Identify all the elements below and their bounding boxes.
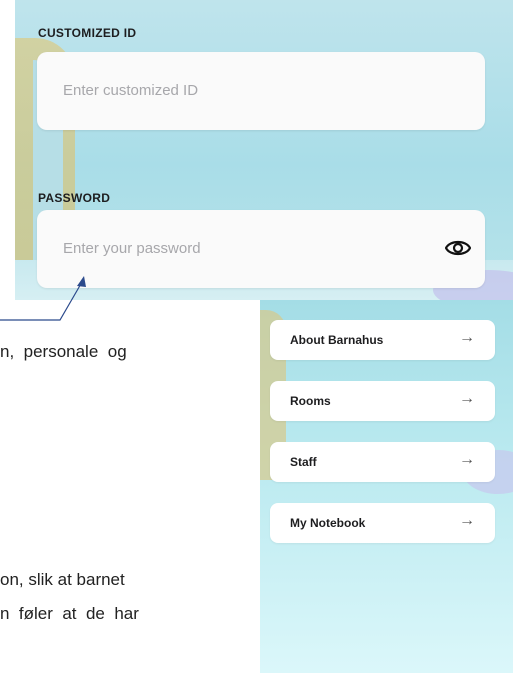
menu-item-about-barnahus[interactable]: About Barnahus → [270, 320, 495, 360]
menu-item-label: Staff [290, 455, 317, 469]
menu-item-my-notebook[interactable]: My Notebook → [270, 503, 495, 543]
arrow-right-icon: → [459, 512, 475, 529]
body-text-line: on, slik at barnet [0, 570, 125, 589]
menu-item-label: Rooms [290, 394, 331, 408]
menu-item-rooms[interactable]: Rooms → [270, 381, 495, 421]
arrow-right-icon: → [459, 451, 475, 468]
body-text-line: n, personale og [0, 342, 127, 361]
menu-item-label: About Barnahus [290, 333, 384, 347]
arrow-right-icon: → [459, 390, 475, 407]
menu-item-staff[interactable]: Staff → [270, 442, 495, 482]
arrow-right-icon: → [459, 329, 475, 346]
menu-item-label: My Notebook [290, 516, 366, 530]
body-text-line: n føler at de har [0, 604, 139, 623]
menu-screenshot: About Barnahus → Rooms → Staff → My Note… [260, 300, 513, 673]
